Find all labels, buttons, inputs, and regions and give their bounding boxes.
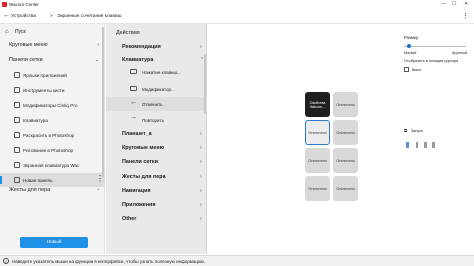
panel-tile[interactable]: Свойства Wacom... (305, 92, 330, 117)
status-bar: i Наведите указатель мыши на функции в и… (0, 255, 474, 266)
layout-icon-3[interactable] (424, 142, 427, 148)
nav-devices-link[interactable]: Устройства (11, 14, 36, 19)
chevron-right-icon: › (200, 131, 202, 137)
panel-icon (14, 72, 20, 78)
actions-scrollbar[interactable] (204, 54, 206, 114)
action-undo-label: Отменить (142, 102, 163, 107)
sidebar-start-label: Пуск (15, 29, 26, 35)
panel-icon (14, 87, 20, 93)
chevron-right-icon: › (200, 202, 202, 208)
chevron-right-icon: › (200, 44, 202, 50)
size-large-label: Крупный (452, 51, 468, 55)
grid-panel-item-selected[interactable]: Новая панель ⋮ (0, 173, 105, 187)
chevron-right-icon: › (200, 174, 202, 180)
panel-tile[interactable]: Отключено (333, 120, 358, 145)
grid-panel-item-label: Новая панель (23, 178, 53, 183)
action-category-radial-menus[interactable]: Круговые меню (122, 145, 164, 151)
chevron-right-icon: › (200, 188, 202, 194)
size-slider-thumb[interactable] (406, 44, 411, 48)
layout-icon-1[interactable] (406, 142, 409, 148)
action-category-keyboard[interactable]: Клавиатура (122, 57, 153, 63)
size-small-label: Малый (404, 51, 417, 55)
panel-tile[interactable]: Отключено (333, 92, 358, 117)
action-category-navigation[interactable]: Навигация (122, 188, 151, 194)
sidebar-panel: ⌂ Пуск Круговые меню › Панели сетки ⌄ Яр… (0, 24, 105, 254)
action-category-grid-panels[interactable]: Панели сетки (122, 159, 158, 165)
size-slider-track (404, 45, 466, 47)
undo-icon: ← (130, 99, 137, 106)
chevron-right-icon: › (97, 42, 99, 48)
panel-icon (14, 117, 20, 123)
layout-icon-4[interactable] (432, 142, 435, 148)
new-panel-button[interactable]: Новый (20, 237, 88, 248)
action-category-pen-gestures[interactable]: Жесты для пера (122, 174, 166, 180)
sidebar-item-label: Круговые меню (9, 42, 48, 48)
app-logo-icon (2, 2, 7, 7)
chevron-right-icon: › (200, 159, 202, 165)
show-at-cursor-checkbox[interactable] (404, 67, 409, 72)
window-title: Wacom Center (9, 2, 39, 7)
back-arrow-icon[interactable]: ← (3, 12, 10, 19)
action-undo-row[interactable]: ← Отменить (106, 97, 207, 111)
title-bar: Wacom Center — ☐ ✕ (0, 0, 474, 10)
more-options-icon[interactable]: ⋮ (462, 12, 469, 20)
action-category-recommendation[interactable]: Рекомендация (122, 44, 161, 50)
nav-page-title: Экранные сочетания клавиш (57, 14, 122, 19)
action-category-applications[interactable]: Приложения (122, 202, 156, 208)
chevron-right-icon: › (200, 145, 202, 151)
action-keystroke[interactable]: Нажатие клавиш... (142, 70, 181, 75)
panel-tile[interactable]: Отключено (305, 176, 330, 201)
minimize-button[interactable]: — (441, 1, 446, 7)
action-category-other[interactable]: Other (122, 216, 136, 222)
home-icon: ⌂ (5, 29, 9, 35)
action-category-tablet[interactable]: Планшет_a (122, 131, 152, 137)
panel-icon (14, 102, 20, 108)
panel-tile-selected[interactable]: Отключено (305, 120, 330, 145)
launch-label: Запуск (411, 129, 423, 133)
sidebar-item-label: Панели сетки (9, 57, 43, 63)
action-modifier[interactable]: Модификатор... (142, 87, 175, 92)
navigation-bar: ← Устройства > Экранные сочетания клавиш… (0, 10, 474, 24)
keystroke-icon (130, 69, 137, 74)
panel-icon (14, 147, 20, 153)
panel-icon (14, 132, 20, 138)
panel-tile[interactable]: Отключено (333, 148, 358, 173)
toggle-label: Выкл. (412, 68, 423, 72)
launch-icon: ⧉ (404, 128, 408, 133)
show-at-cursor-label: Отобразить в позиции курсора (404, 59, 459, 63)
action-redo[interactable]: Повторить (142, 118, 164, 123)
sidebar-scrollbar[interactable] (102, 27, 104, 177)
panel-canvas: Свойства Wacom... Отключено Отключено От… (208, 24, 398, 254)
modifier-icon (130, 86, 137, 91)
panel-tile[interactable]: Отключено (333, 176, 358, 201)
breadcrumb-separator: > (50, 14, 53, 19)
chevron-down-icon: ⌄ (94, 57, 99, 63)
size-slider[interactable] (404, 44, 466, 48)
panel-icon (14, 162, 20, 168)
status-text: Наведите указатель мыши на функции в инт… (12, 259, 206, 264)
redo-icon: → (130, 114, 137, 121)
properties-panel: Размер Малый Крупный Отобразить в позици… (398, 24, 474, 254)
actions-header: Действия (116, 30, 140, 36)
maximize-button[interactable]: ☐ (452, 1, 456, 7)
actions-panel: Действия Рекомендация › Клавиатура ⌃ Наж… (106, 24, 207, 254)
chevron-right-icon: › (200, 216, 202, 222)
size-label: Размер (404, 35, 419, 40)
panel-tile[interactable]: Отключено (305, 148, 330, 173)
layout-icon-2[interactable] (416, 142, 418, 148)
close-button[interactable]: ✕ (464, 1, 468, 7)
sidebar-item-label: Жесты для пера (9, 187, 51, 193)
info-icon: i (3, 258, 9, 264)
selection-indicator (0, 176, 2, 184)
chevron-right-icon: › (97, 187, 99, 193)
panel-icon (14, 177, 20, 183)
